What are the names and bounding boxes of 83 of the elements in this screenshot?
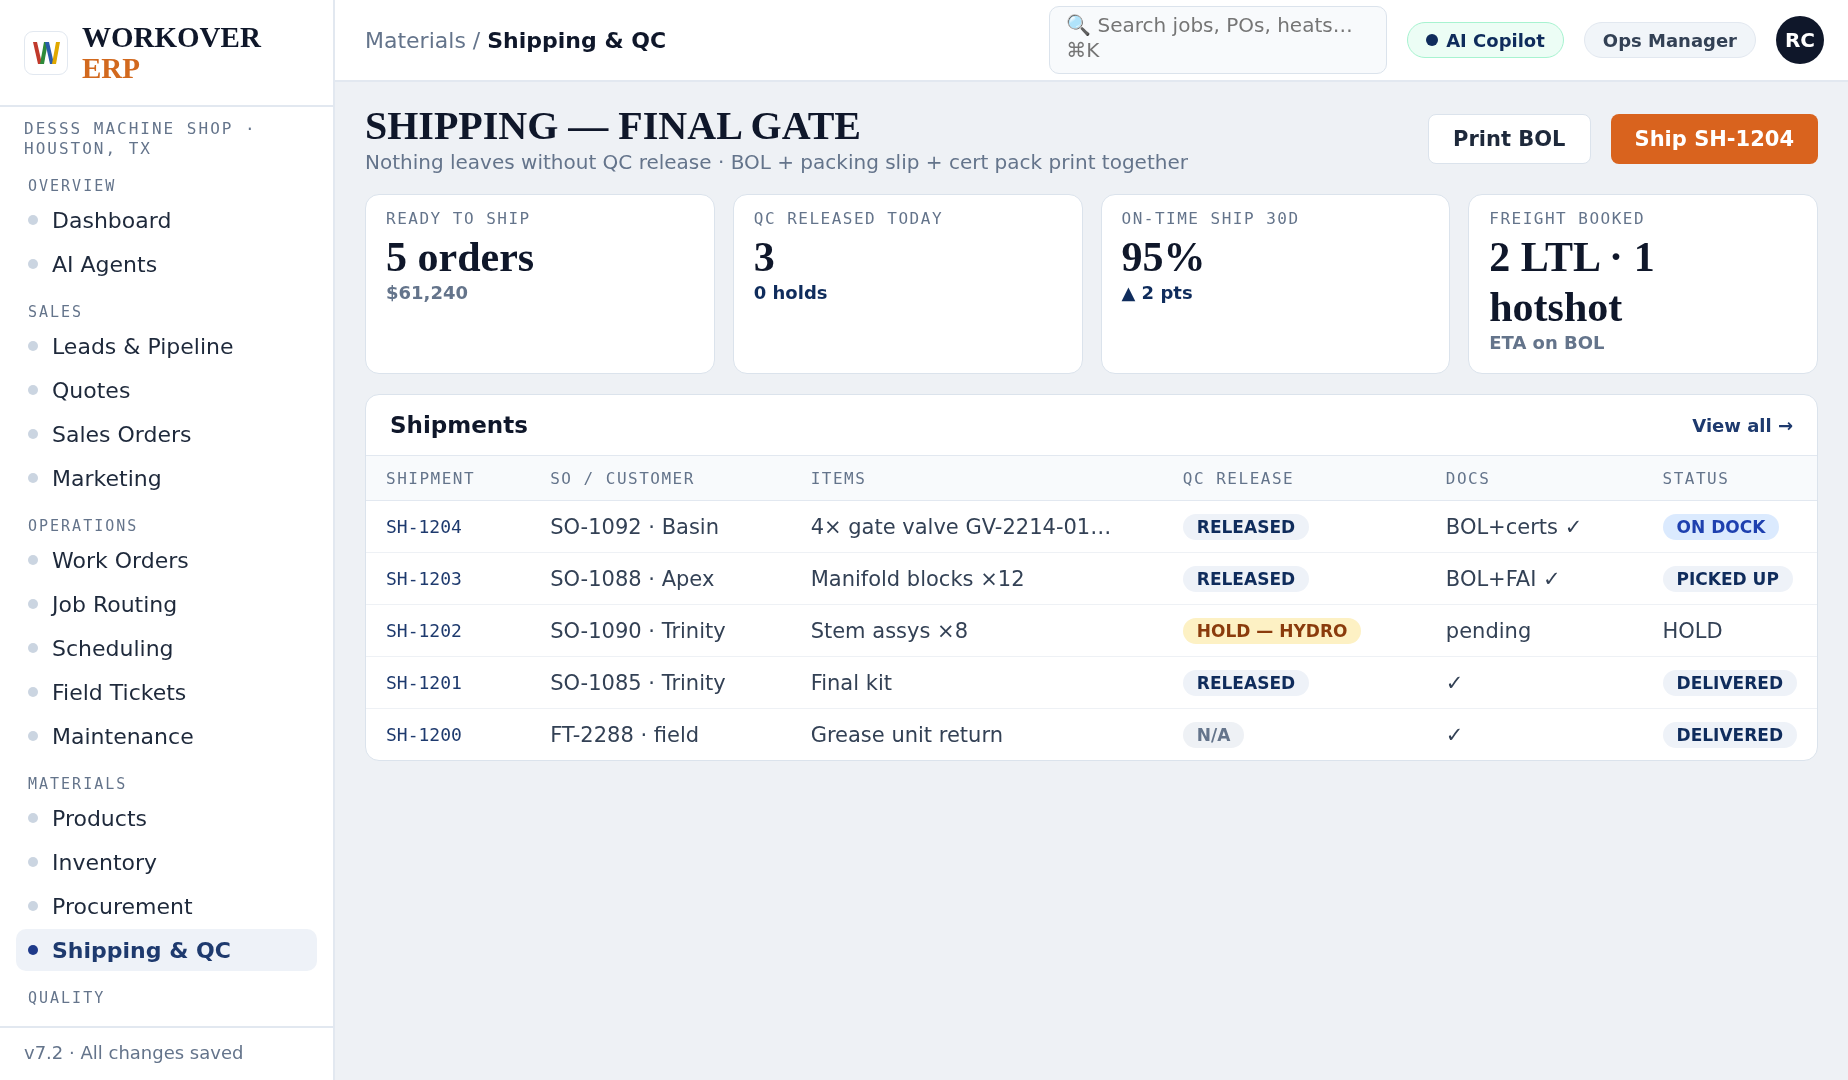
kpi-value: 5 orders <box>386 233 536 282</box>
table-cell: SH-1204 <box>366 500 531 553</box>
nav-section-title: OVERVIEW <box>28 177 118 195</box>
status-badge: PICKED UP <box>1662 565 1793 592</box>
sidebar-item[interactable]: Field Tickets <box>16 671 317 713</box>
kpi-value: 2 LTL · 1 hotshot <box>1489 233 1656 332</box>
kpi-note: $61,240 <box>386 282 469 303</box>
kpi-note: 0 holds <box>753 282 829 303</box>
status-badge: DELIVERED <box>1662 721 1797 748</box>
qc-badge: RELEASED <box>1182 565 1310 592</box>
kpi-label: FREIGHT BOOKED <box>1489 209 1647 228</box>
role-badge[interactable]: Ops Manager <box>1583 22 1756 58</box>
sidebar-item[interactable]: Sales Orders <box>16 413 317 455</box>
sidebar-item[interactable]: Inventory <box>16 841 317 883</box>
table-cell: 4× gate valve GV-2214-01… <box>790 500 1163 553</box>
status-badge: DELIVERED <box>1662 669 1797 696</box>
print-button[interactable]: Print BOL <box>1428 114 1591 164</box>
table-cell: SH-1200 <box>366 708 531 760</box>
table-cell: SO-1088 · Apex <box>530 552 791 605</box>
view-all-link[interactable]: View all → <box>1692 414 1793 436</box>
column-header: DOCS <box>1425 456 1643 501</box>
sidebar-item[interactable]: Maintenance <box>16 715 317 757</box>
table-cell: SO-1085 · Trinity <box>530 656 791 709</box>
column-header: ITEMS <box>790 456 1163 501</box>
sidebar-item[interactable]: Leads & Pipeline <box>16 325 317 367</box>
qc-badge: RELEASED <box>1182 513 1310 540</box>
sidebar-item[interactable]: Products <box>16 797 317 839</box>
table-cell: ✓ <box>1425 708 1643 760</box>
table-cell: SO-1090 · Trinity <box>530 604 791 657</box>
page-title: SHIPPING — FINAL GATE <box>365 104 862 148</box>
qc-badge: N/A <box>1182 721 1245 748</box>
qc-badge: RELEASED <box>1182 669 1310 696</box>
table-cell: Stem assys ×8 <box>790 604 1163 657</box>
table-cell: SH-1203 <box>366 552 531 605</box>
sidebar-item[interactable]: Job Routing <box>16 583 317 625</box>
brand-name: WORKOVER ERP <box>82 21 261 84</box>
kpi-label: QC RELEASED TODAY <box>753 209 944 228</box>
table-cell: SH-1202 <box>366 604 531 657</box>
status-text: HOLD <box>1662 618 1723 643</box>
user-avatar[interactable]: RC <box>1776 16 1824 64</box>
table-cell: FT-2288 · field <box>530 708 791 760</box>
qc-badge: HOLD — HYDRO <box>1182 617 1362 644</box>
table-cell: SH-1201 <box>366 656 531 709</box>
column-header: QC RELEASE <box>1162 456 1426 501</box>
save-status: v7.2 · All changes saved <box>0 1026 333 1080</box>
sidebar-item[interactable]: Dashboard <box>16 199 317 241</box>
nav-section-title: QUALITY <box>28 989 107 1007</box>
table-cell: BOL+certs ✓ <box>1425 500 1643 553</box>
sidebar-item[interactable]: Shipping & QC <box>16 929 317 971</box>
breadcrumb: Materials / Shipping & QC <box>365 27 668 53</box>
table-cell: Grease unit return <box>790 708 1163 760</box>
logo-icon <box>24 30 68 75</box>
column-header: SHIPMENT <box>366 456 531 501</box>
nav-section-title: OPERATIONS <box>28 517 140 535</box>
sidebar-item[interactable]: Work Orders <box>16 539 317 581</box>
kpi-value: 3 <box>753 233 776 282</box>
kpi-note: ETA on BOL <box>1489 332 1606 353</box>
sidebar-item[interactable]: Quotes <box>16 369 317 411</box>
table-cell: Final kit <box>790 656 1163 709</box>
search-field[interactable]: 🔍 Search jobs, POs, heats… ⌘K <box>1049 6 1388 74</box>
kpi-note: ▲ 2 pts <box>1121 282 1194 303</box>
copilot-button[interactable]: AI Copilot <box>1407 22 1564 58</box>
column-header: STATUS <box>1642 456 1817 501</box>
table-cell: SO-1092 · Basin <box>530 500 791 553</box>
status-badge: ON DOCK <box>1662 513 1780 540</box>
column-header: SO / CUSTOMER <box>530 456 791 501</box>
table-cell: ✓ <box>1425 656 1643 709</box>
card-title: Shipments <box>390 412 528 438</box>
table-cell: Manifold blocks ×12 <box>790 552 1163 605</box>
organization-name: DESSS MACHINE SHOP · HOUSTON, TX <box>23 118 258 159</box>
kpi-label: ON-TIME SHIP 30D <box>1121 209 1301 228</box>
nav-section-title: SALES <box>28 303 85 321</box>
page-subtitle: Nothing leaves without QC release · BOL + packing slip + cert pack print together <box>365 150 1189 174</box>
sidebar-item[interactable]: AI Agents <box>16 243 317 285</box>
kpi-value: 95% <box>1121 233 1207 282</box>
table-cell: BOL+FAI ✓ <box>1425 552 1643 605</box>
sidebar-item[interactable]: Marketing <box>16 457 317 499</box>
kpi-label: READY TO SHIP <box>386 209 532 228</box>
nav-section-title: MATERIALS <box>28 775 129 793</box>
sidebar-item[interactable]: Scheduling <box>16 627 317 669</box>
ship-button[interactable]: Ship SH-1204 <box>1610 114 1818 164</box>
table-cell: pending <box>1425 604 1643 657</box>
sidebar-item[interactable]: Procurement <box>16 885 317 927</box>
